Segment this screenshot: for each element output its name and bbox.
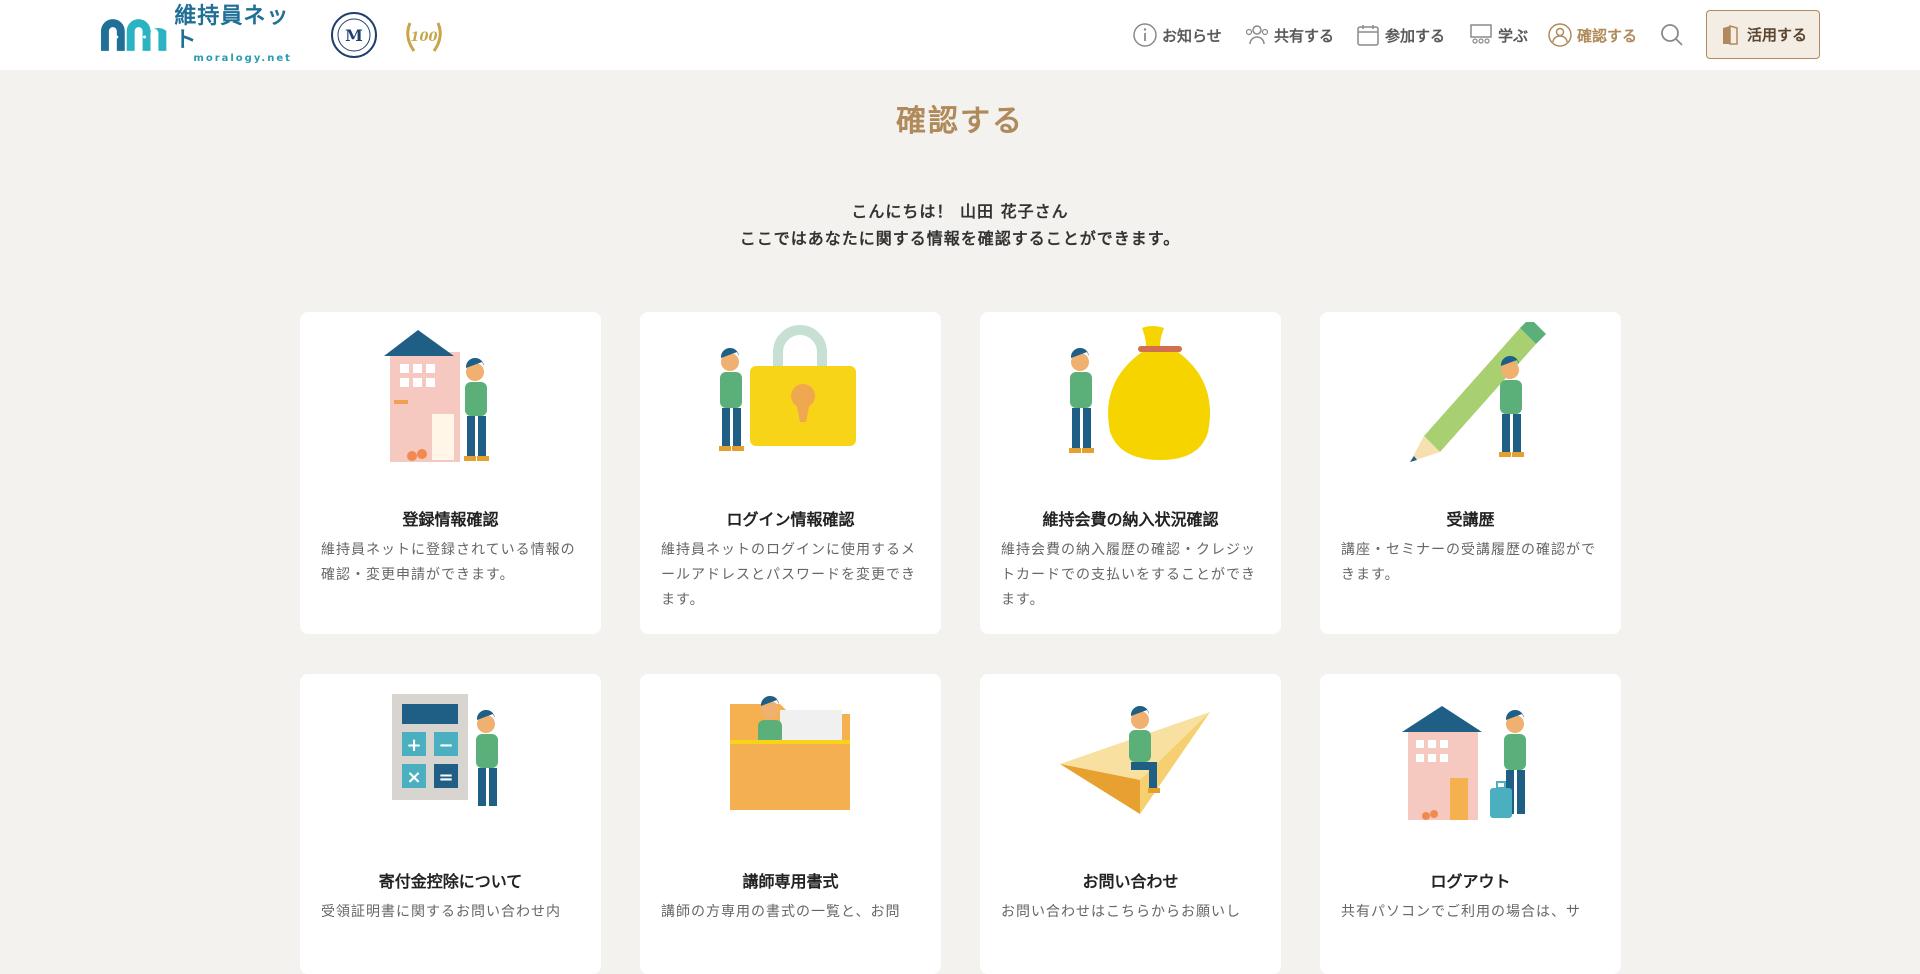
card-membership-fee[interactable]: 維持会費の納入状況確認 維持会費の納入履歴の確認・クレジットカードでの支払いをす… — [980, 312, 1281, 634]
nav-join-label: 参加する — [1385, 26, 1446, 45]
card-desc: お問い合わせはこちらからお願いし — [1001, 904, 1241, 920]
info-icon — [1133, 23, 1157, 47]
utilize-button[interactable]: 活用する — [1706, 10, 1820, 59]
svg-text:×: × — [406, 767, 421, 788]
calendar-icon — [1357, 25, 1379, 46]
svg-text:=: = — [438, 767, 453, 788]
svg-text:M: M — [345, 26, 363, 45]
padlock-illustration — [719, 325, 856, 451]
card-desc: 維持会費の納入履歴の確認・クレジットカードでの支払いをすることができます。 — [1001, 542, 1256, 608]
nav-join[interactable]: 参加する — [1355, 0, 1445, 70]
anniversary-100-icon: 100 — [406, 22, 442, 52]
card-login-info[interactable]: ログイン情報確認 維持員ネットのログインに使用するメールアドレスとパスワードを変… — [640, 312, 941, 634]
nav-confirm[interactable]: 確認する — [1547, 0, 1637, 70]
card-donation-deduction[interactable]: + − × = 寄付金控除について 受領証明書に関するお問い合わせ内 — [300, 674, 601, 974]
logo-text: 維持員ネット moralogy.net — [174, 5, 311, 65]
nav-confirm-label: 確認する — [1577, 26, 1638, 45]
card-contact[interactable]: お問い合わせ お問い合わせはこちらからお願いし — [980, 674, 1281, 974]
nav-news-label: お知らせ — [1162, 26, 1222, 45]
search-button[interactable] — [1659, 0, 1685, 70]
svg-text:+: + — [406, 735, 421, 756]
logo-jp: 維持員ネット — [174, 4, 290, 53]
nav-learn-label: 学ぶ — [1498, 26, 1529, 45]
nav-share[interactable]: 共有する — [1244, 0, 1334, 70]
house-suitcase-illustration — [1402, 706, 1526, 820]
card-title: 講師専用書式 — [742, 872, 839, 891]
svg-text:−: − — [438, 735, 453, 756]
logo-mark-icon — [100, 19, 167, 51]
card-desc: 講座・セミナーの受講履歴の確認ができます。 — [1341, 542, 1596, 583]
house-person-illustration — [384, 330, 489, 462]
card-title: 維持会費の納入状況確認 — [1042, 510, 1219, 529]
svg-text:100: 100 — [410, 30, 437, 45]
card-title: お問い合わせ — [1082, 872, 1179, 891]
nav-news[interactable]: お知らせ — [1132, 0, 1222, 70]
search-icon — [1661, 24, 1683, 46]
greeting-line1: こんにちは！ 山田 花子さん — [851, 202, 1069, 221]
greeting-line2: ここではあなたに関する情報を確認することができます。 — [739, 229, 1181, 248]
card-title: ログイン情報確認 — [726, 510, 855, 529]
folder-illustration — [730, 695, 850, 810]
card-desc: 維持員ネットに登録されている情報の確認・変更申請ができます。 — [321, 542, 576, 583]
card-desc: 受領証明書に関するお問い合わせ内 — [321, 904, 561, 920]
pencil-illustration — [1410, 322, 1546, 462]
card-title: 受講歴 — [1446, 510, 1495, 529]
card-desc: 講師の方専用の書式の一覧と、お問 — [661, 904, 901, 920]
page-title: 確認する — [896, 104, 1024, 139]
card-desc: 維持員ネットのログインに使用するメールアドレスとパスワードを変更できます。 — [661, 542, 916, 608]
card-desc: 共有パソコンでご利用の場合は、サ — [1341, 904, 1581, 920]
people-icon — [1245, 25, 1269, 45]
card-instructor-forms[interactable]: 講師専用書式 講師の方専用の書式の一覧と、お問 — [640, 674, 941, 974]
user-icon — [1548, 23, 1572, 47]
money-bag-illustration — [1069, 326, 1210, 460]
nav-learn[interactable]: 学ぶ — [1468, 0, 1528, 70]
nav-share-label: 共有する — [1274, 26, 1335, 45]
site-logo[interactable]: 維持員ネット moralogy.net — [99, 5, 311, 64]
emblem-seal-icon: M — [331, 12, 377, 58]
greeting: こんにちは！ 山田 花子さん ここではあなたに関する情報を確認することができます… — [0, 198, 1920, 252]
card-title: ログアウト — [1430, 872, 1511, 891]
paper-plane-illustration — [1060, 705, 1210, 814]
site-header: 維持員ネット moralogy.net M 100 お知らせ 共有する 参加する… — [0, 0, 1920, 70]
calculator-illustration: + − × = — [392, 694, 498, 806]
card-title: 寄付金控除について — [378, 872, 523, 891]
card-course-history[interactable]: 受講歴 講座・セミナーの受講履歴の確認ができます。 — [1320, 312, 1621, 634]
book-icon — [1722, 24, 1738, 45]
card-logout[interactable]: ログアウト 共有パソコンでご利用の場合は、サ — [1320, 674, 1621, 974]
utilize-button-label: 活用する — [1746, 26, 1807, 44]
classroom-icon — [1470, 24, 1492, 44]
card-registration-info[interactable]: 登録情報確認 維持員ネットに登録されている情報の確認・変更申請ができます。 — [300, 312, 601, 634]
logo-en: moralogy.net — [193, 53, 292, 64]
card-title: 登録情報確認 — [402, 510, 499, 529]
